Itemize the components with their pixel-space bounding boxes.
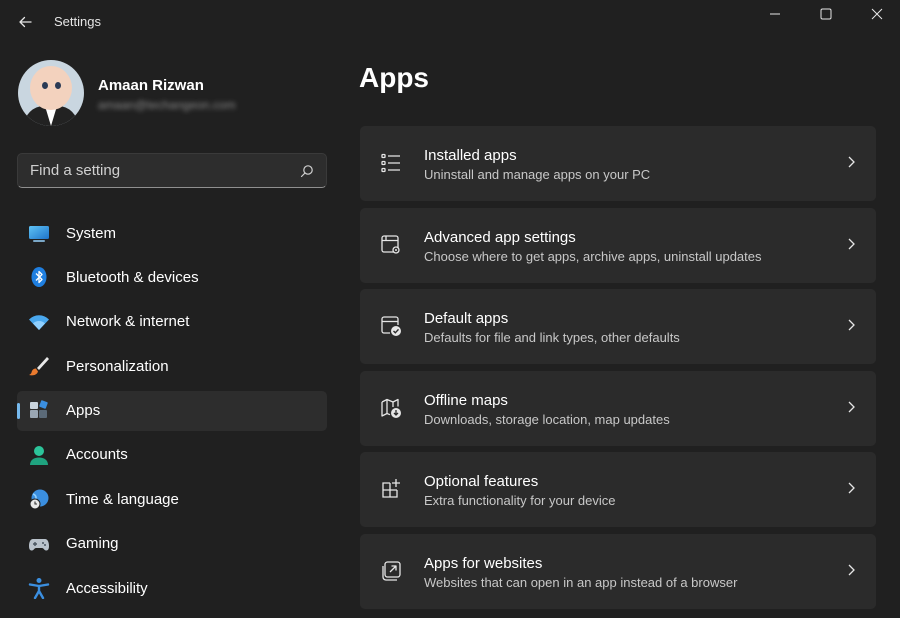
chevron-right-icon xyxy=(848,156,855,168)
grid-add-icon xyxy=(382,479,400,499)
maximize-button[interactable] xyxy=(803,0,849,28)
sidebar-item-bluetooth[interactable]: Bluetooth & devices xyxy=(17,257,327,297)
card-title: Apps for websites xyxy=(424,554,543,572)
page-title: Apps xyxy=(359,62,429,93)
sidebar-item-label: Accounts xyxy=(66,446,128,464)
sidebar-item-personalization[interactable]: Personalization xyxy=(17,346,327,386)
chevron-right-icon xyxy=(848,401,855,413)
app-gear-icon xyxy=(381,234,400,254)
avatar-face xyxy=(30,66,72,110)
person-icon xyxy=(30,445,48,465)
list-icon xyxy=(381,153,400,173)
card-optional-features[interactable]: Optional features Extra functionality fo… xyxy=(360,452,876,528)
sidebar-item-label: Time & language xyxy=(66,490,179,508)
chevron-right-icon xyxy=(848,238,855,250)
chevron-right-icon xyxy=(848,482,855,494)
maximize-icon xyxy=(820,8,832,20)
app-check-icon xyxy=(381,316,401,337)
card-subtitle: Choose where to get apps, archive apps, … xyxy=(424,248,762,264)
gamepad-icon xyxy=(29,538,49,551)
sidebar-item-accounts[interactable]: Accounts xyxy=(17,435,327,475)
apps-icon xyxy=(30,399,48,418)
user-name: Amaan Rizwan xyxy=(98,77,204,94)
card-default-apps[interactable]: Default apps Defaults for file and link … xyxy=(360,289,876,365)
arrow-left-icon xyxy=(19,16,32,28)
accessibility-icon xyxy=(28,578,50,600)
map-download-icon xyxy=(381,398,401,418)
system-icon xyxy=(29,226,49,242)
close-button[interactable] xyxy=(854,0,900,28)
close-icon xyxy=(871,8,883,20)
chevron-right-icon xyxy=(848,319,855,331)
minimize-icon xyxy=(770,13,780,15)
title-bar: Settings xyxy=(0,0,900,44)
card-subtitle: Defaults for file and link types, other … xyxy=(424,330,680,346)
sidebar-item-network[interactable]: Network & internet xyxy=(17,302,327,342)
sidebar-item-label: Apps xyxy=(66,402,101,420)
sidebar-item-label: Network & internet xyxy=(66,313,190,331)
avatar[interactable] xyxy=(18,60,84,126)
globe-clock-icon xyxy=(29,489,49,510)
card-title: Installed apps xyxy=(424,147,517,164)
sidebar-item-time-language[interactable]: Time & language xyxy=(17,479,327,519)
sidebar-item-gaming[interactable]: Gaming xyxy=(17,524,327,564)
brush-icon xyxy=(29,357,49,376)
sidebar-item-label: Bluetooth & devices xyxy=(66,268,199,286)
sidebar-item-apps[interactable]: Apps xyxy=(17,390,327,431)
open-external-icon xyxy=(382,561,401,581)
card-subtitle: Uninstall and manage apps on your PC xyxy=(424,167,651,182)
card-subtitle: Websites that can open in an app instead… xyxy=(424,574,738,590)
card-title: Default apps xyxy=(424,310,509,328)
card-apps-for-websites[interactable]: Apps for websites Websites that can open… xyxy=(360,533,876,609)
card-advanced-app-settings[interactable]: Advanced app settings Choose where to ge… xyxy=(360,207,876,283)
card-installed-apps[interactable]: Installed apps Uninstall and manage apps… xyxy=(360,126,876,201)
card-title: Advanced app settings xyxy=(424,228,576,246)
sidebar-item-label: Accessibility xyxy=(66,579,148,597)
avatar-eye xyxy=(42,82,48,89)
sidebar-item-accessibility[interactable]: Accessibility xyxy=(17,568,327,608)
back-button[interactable] xyxy=(10,8,40,36)
sidebar-item-system[interactable]: System xyxy=(17,213,327,253)
sidebar-item-label: System xyxy=(66,224,117,242)
user-email: amaan@techangeon.com xyxy=(98,98,236,112)
search-box[interactable] xyxy=(17,153,327,188)
card-title: Offline maps xyxy=(424,391,508,409)
sidebar-item-label: Personalization xyxy=(66,357,169,375)
search-input[interactable] xyxy=(18,154,288,187)
card-subtitle: Downloads, storage location, map updates xyxy=(424,411,670,427)
window-title: Settings xyxy=(54,14,101,29)
settings-list: Installed apps Uninstall and manage apps… xyxy=(360,126,876,616)
bluetooth-icon xyxy=(31,267,47,288)
user-profile[interactable]: Amaan Rizwan amaan@techangeon.com xyxy=(18,60,318,130)
card-subtitle: Extra functionality for your device xyxy=(424,493,616,509)
avatar-eye xyxy=(55,82,61,89)
chevron-right-icon xyxy=(848,564,855,576)
search-icon[interactable] xyxy=(300,164,314,178)
sidebar-item-label: Gaming xyxy=(66,535,119,553)
card-title: Optional features xyxy=(424,473,539,491)
minimize-button[interactable] xyxy=(752,0,798,28)
card-offline-maps[interactable]: Offline maps Downloads, storage location… xyxy=(360,370,876,446)
wifi-icon xyxy=(29,315,49,330)
sidebar-nav: System Bluetooth & devices Network & int… xyxy=(17,213,327,613)
